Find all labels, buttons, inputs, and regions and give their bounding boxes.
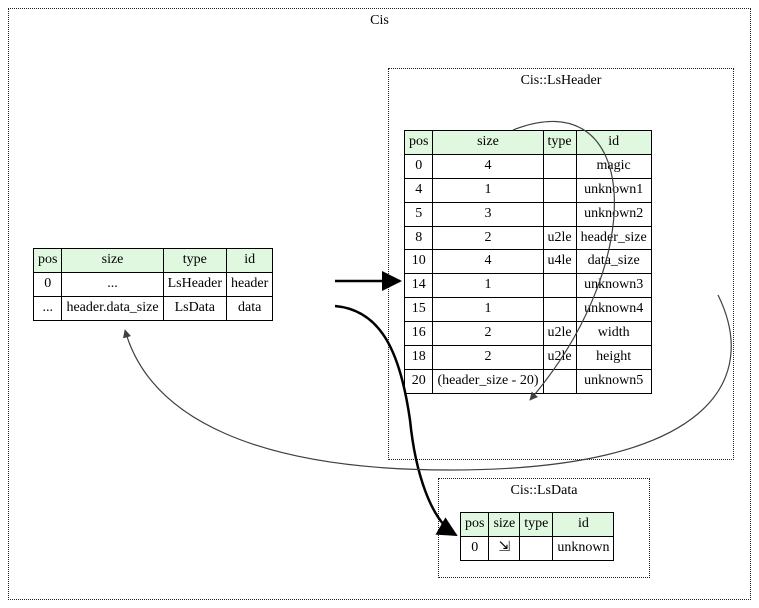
col-pos: pos: [405, 131, 433, 155]
cell-size: 1: [433, 274, 543, 298]
table-row: 0 ... LsHeader header: [34, 272, 273, 296]
cell-id: unknown1: [576, 178, 651, 202]
cell-size: (header_size - 20): [433, 369, 543, 393]
cell-pos: 20: [405, 369, 433, 393]
main-table: pos size type id 0 ... LsHeader header .…: [33, 248, 273, 321]
cell-pos: 0: [34, 272, 62, 296]
col-pos: pos: [34, 249, 62, 273]
col-type: type: [163, 249, 226, 273]
cell-type: [543, 274, 576, 298]
cell-type: u2le: [543, 346, 576, 370]
cell-size: 4: [433, 154, 543, 178]
col-pos: pos: [461, 513, 489, 537]
table-row: 16 2 u2le width: [405, 322, 652, 346]
cell-size: 2: [433, 226, 543, 250]
cell-type: [543, 202, 576, 226]
cluster-cis-label: Cis: [9, 13, 750, 29]
cell-pos: 10: [405, 250, 433, 274]
table-row: 10 4 u4le data_size: [405, 250, 652, 274]
lsdata-table: pos size type id 0 ⇲ unknown: [460, 512, 614, 561]
cell-id: data_size: [576, 250, 651, 274]
cell-size: 4: [433, 250, 543, 274]
cell-id: data: [227, 296, 273, 320]
table-row: 0 4 magic: [405, 154, 652, 178]
cell-size: ...: [62, 272, 163, 296]
cell-size: ⇲: [489, 536, 520, 560]
cell-size: 1: [433, 178, 543, 202]
cell-type: [520, 536, 553, 560]
cell-pos: 0: [461, 536, 489, 560]
col-type: type: [520, 513, 553, 537]
cell-type: [543, 154, 576, 178]
cell-type: u2le: [543, 226, 576, 250]
cell-pos: 14: [405, 274, 433, 298]
cell-id: header_size: [576, 226, 651, 250]
cell-size: header.data_size: [62, 296, 163, 320]
cell-id: unknown4: [576, 298, 651, 322]
cluster-lsdata-label: Cis::LsData: [439, 483, 649, 499]
cell-size: 1: [433, 298, 543, 322]
cell-pos: 0: [405, 154, 433, 178]
cell-id: unknown2: [576, 202, 651, 226]
lsheader-table: pos size type id 0 4 magic 4 1 unknown1 …: [404, 130, 652, 394]
cell-type: LsHeader: [163, 272, 226, 296]
col-size: size: [433, 131, 543, 155]
cluster-lsheader-label: Cis::LsHeader: [389, 73, 733, 89]
cell-pos: 18: [405, 346, 433, 370]
col-id: id: [227, 249, 273, 273]
col-size: size: [62, 249, 163, 273]
table-row: 18 2 u2le height: [405, 346, 652, 370]
cell-type: LsData: [163, 296, 226, 320]
cell-size: 2: [433, 346, 543, 370]
cell-type: [543, 369, 576, 393]
col-size: size: [489, 513, 520, 537]
cell-size: 2: [433, 322, 543, 346]
cell-id: unknown3: [576, 274, 651, 298]
cell-size: 3: [433, 202, 543, 226]
cell-pos: ...: [34, 296, 62, 320]
cell-id: unknown5: [576, 369, 651, 393]
col-type: type: [543, 131, 576, 155]
cell-id: header: [227, 272, 273, 296]
cell-id: width: [576, 322, 651, 346]
cell-pos: 5: [405, 202, 433, 226]
cell-id: height: [576, 346, 651, 370]
table-row: 8 2 u2le header_size: [405, 226, 652, 250]
table-row: 14 1 unknown3: [405, 274, 652, 298]
cell-id: magic: [576, 154, 651, 178]
cell-pos: 15: [405, 298, 433, 322]
cell-id: unknown: [553, 536, 614, 560]
cell-type: [543, 178, 576, 202]
col-id: id: [576, 131, 651, 155]
table-row: 4 1 unknown1: [405, 178, 652, 202]
col-id: id: [553, 513, 614, 537]
table-row: 0 ⇲ unknown: [461, 536, 614, 560]
cell-pos: 8: [405, 226, 433, 250]
cell-type: u4le: [543, 250, 576, 274]
cell-pos: 4: [405, 178, 433, 202]
table-row: 5 3 unknown2: [405, 202, 652, 226]
table-row: ... header.data_size LsData data: [34, 296, 273, 320]
cell-pos: 16: [405, 322, 433, 346]
cell-type: u2le: [543, 322, 576, 346]
table-row: 15 1 unknown4: [405, 298, 652, 322]
table-row: 20 (header_size - 20) unknown5: [405, 369, 652, 393]
cell-type: [543, 298, 576, 322]
